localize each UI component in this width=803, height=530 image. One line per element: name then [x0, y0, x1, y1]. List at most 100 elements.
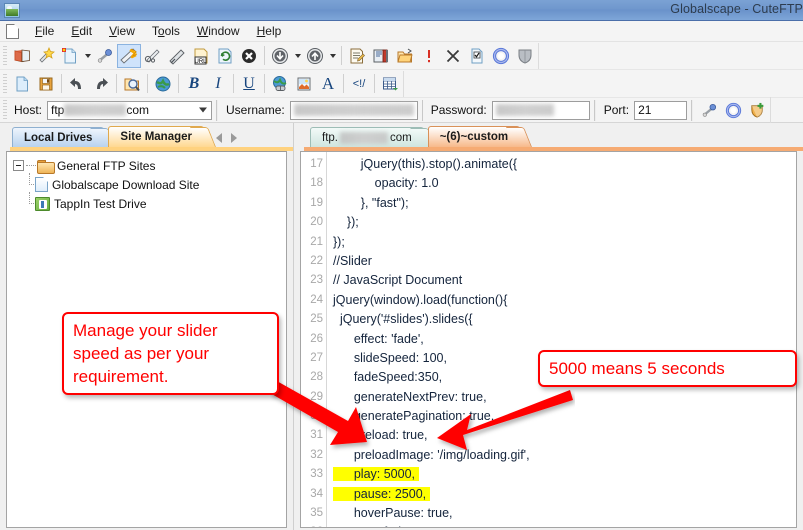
code-line[interactable]: hoverPause: true,	[333, 504, 796, 523]
connection-bar-grip[interactable]	[3, 100, 7, 120]
save-icon[interactable]	[34, 72, 58, 96]
stop-icon[interactable]	[237, 44, 261, 68]
chevron-right-icon[interactable]	[230, 133, 237, 143]
line-number-gutter: 17 18 19 20 21 22 23 24 25 26 27 28 29 30 31 32 33 34 35 36…	[301, 152, 327, 527]
edit-toolbar: B I U A <!/	[0, 70, 803, 98]
find-icon[interactable]	[120, 72, 144, 96]
transfer-log-icon[interactable]	[369, 44, 393, 68]
undo-icon[interactable]	[65, 72, 89, 96]
line-number: 17	[310, 158, 323, 170]
reconnect-icon[interactable]	[141, 44, 165, 68]
drive-icon	[35, 196, 50, 211]
code-line[interactable]: crossfade: true	[333, 523, 796, 527]
annotation-callout-right: 5000 means 5 seconds	[538, 350, 797, 387]
tab-local-drives[interactable]: Local Drives	[12, 127, 117, 147]
tab-site-manager[interactable]: Site Manager	[108, 126, 217, 147]
tab-ftp-site[interactable]: ftp. com	[310, 127, 436, 147]
connect-action-icon[interactable]	[697, 98, 721, 122]
connect-url-icon[interactable]: URL	[189, 44, 213, 68]
code-line-highlighted: play: 5000,	[333, 467, 419, 482]
title-bar: Globalscape - CuteFTP	[0, 0, 803, 21]
italic-icon[interactable]: I	[206, 72, 230, 96]
code-line[interactable]: jQuery('#slides').slides({	[333, 310, 796, 329]
menu-edit[interactable]: Edit	[63, 22, 100, 40]
toolbar-grip[interactable]	[3, 45, 7, 66]
conn-divider-4	[691, 99, 694, 121]
code-line[interactable]: generatePagination: true,	[333, 407, 796, 426]
comment-tag-icon[interactable]: <!/	[347, 72, 371, 96]
new-file-icon[interactable]	[10, 72, 34, 96]
upload-dropdown-icon[interactable]	[327, 45, 338, 67]
code-line[interactable]: });	[333, 233, 796, 252]
username-input[interactable]	[289, 100, 418, 120]
shield-icon[interactable]	[513, 44, 537, 68]
tab-ftp-site-label-suffix: com	[389, 131, 412, 144]
password-input[interactable]	[491, 100, 590, 120]
chevron-left-icon[interactable]	[215, 133, 222, 143]
secure-connect-ring-icon[interactable]	[721, 98, 745, 122]
download-icon[interactable]	[268, 44, 292, 68]
checkbox-select-icon[interactable]	[465, 44, 489, 68]
tree-row-tappin-test-drive[interactable]: TappIn Test Drive	[7, 192, 286, 213]
menu-help[interactable]: Help	[249, 22, 290, 40]
code-editor[interactable]: 17 18 19 20 21 22 23 24 25 26 27 28 29 30 31 32 33 34 35 36…	[300, 151, 797, 528]
code-line[interactable]: jQuery(window).load(function(){	[333, 291, 796, 310]
add-site-shield-icon[interactable]	[745, 98, 769, 122]
conn-divider-2	[421, 99, 423, 121]
menu-file[interactable]: File	[27, 22, 62, 40]
insert-image-icon[interactable]	[292, 72, 316, 96]
tab-custom-file[interactable]: ~(6)~custom	[427, 126, 533, 147]
code-line[interactable]: effect: 'fade',	[333, 330, 796, 349]
new-site-icon[interactable]	[58, 44, 82, 68]
tree-row-globalscape-download-site[interactable]: Globalscape Download Site	[7, 173, 286, 194]
globe-preview-icon[interactable]	[151, 72, 175, 96]
menu-window[interactable]: Window	[189, 22, 248, 40]
menu-tools[interactable]: Tools	[144, 22, 188, 40]
insert-link-icon[interactable]	[268, 72, 292, 96]
code-line[interactable]: //Slider	[333, 252, 796, 271]
code-line[interactable]: opacity: 1.0	[333, 174, 796, 193]
menu-edit-label: dit	[79, 24, 93, 38]
edit-sep-3	[147, 74, 148, 93]
edit-toolbar-grip[interactable]	[3, 73, 7, 94]
tree-row-general-ftp-sites[interactable]: General FTP Sites	[7, 156, 286, 175]
password-value-redacted	[495, 104, 554, 116]
code-line[interactable]: }, "fast");	[333, 194, 796, 213]
code-line[interactable]: });	[333, 213, 796, 232]
port-input[interactable]: 21	[634, 100, 688, 120]
download-dropdown-icon[interactable]	[292, 45, 303, 67]
host-input[interactable]: ftp com	[47, 100, 213, 120]
code-line[interactable]: pause: 2500,	[333, 485, 796, 504]
tree-label-globalscape-download-site: Globalscape Download Site	[52, 177, 200, 192]
host-dropdown-icon[interactable]	[196, 104, 209, 117]
code-line[interactable]: // JavaScript Document	[333, 271, 796, 290]
connection-bar: Host: ftp com Username: Password: Port: …	[0, 97, 803, 123]
site-manager-icon[interactable]	[10, 44, 34, 68]
queue-icon[interactable]	[345, 44, 369, 68]
menu-view[interactable]: View	[101, 22, 143, 40]
connection-wizard-icon[interactable]	[34, 44, 58, 68]
connect-icon[interactable]	[93, 44, 117, 68]
close-x-icon[interactable]	[441, 44, 465, 68]
quick-connect-icon[interactable]	[117, 43, 141, 68]
disconnect-icon[interactable]	[165, 44, 189, 68]
security-ring-icon[interactable]	[489, 44, 513, 68]
underline-icon[interactable]: U	[237, 72, 261, 96]
refresh-icon[interactable]	[213, 44, 237, 68]
bold-icon[interactable]: B	[182, 72, 206, 96]
font-color-icon[interactable]: A	[316, 72, 340, 96]
code-line[interactable]: preloadImage: '/img/loading.gif',	[333, 446, 796, 465]
redo-icon[interactable]	[89, 72, 113, 96]
insert-table-icon[interactable]	[378, 72, 402, 96]
code-line[interactable]: play: 5000,	[333, 465, 796, 484]
new-document-icon[interactable]	[6, 23, 19, 39]
new-site-dropdown-icon[interactable]	[82, 45, 93, 67]
upload-icon[interactable]	[303, 44, 327, 68]
code-line[interactable]: preload: true,	[333, 426, 796, 445]
folder-open-icon[interactable]	[393, 44, 417, 68]
code-line[interactable]: jQuery(this).stop().animate({	[333, 155, 796, 174]
exclamation-icon[interactable]	[417, 44, 441, 68]
expand-collapse-icon[interactable]	[13, 160, 24, 171]
code-text-area[interactable]: jQuery(this).stop().animate({ opacity: 1…	[327, 152, 796, 527]
code-line[interactable]: generateNextPrev: true,	[333, 388, 796, 407]
